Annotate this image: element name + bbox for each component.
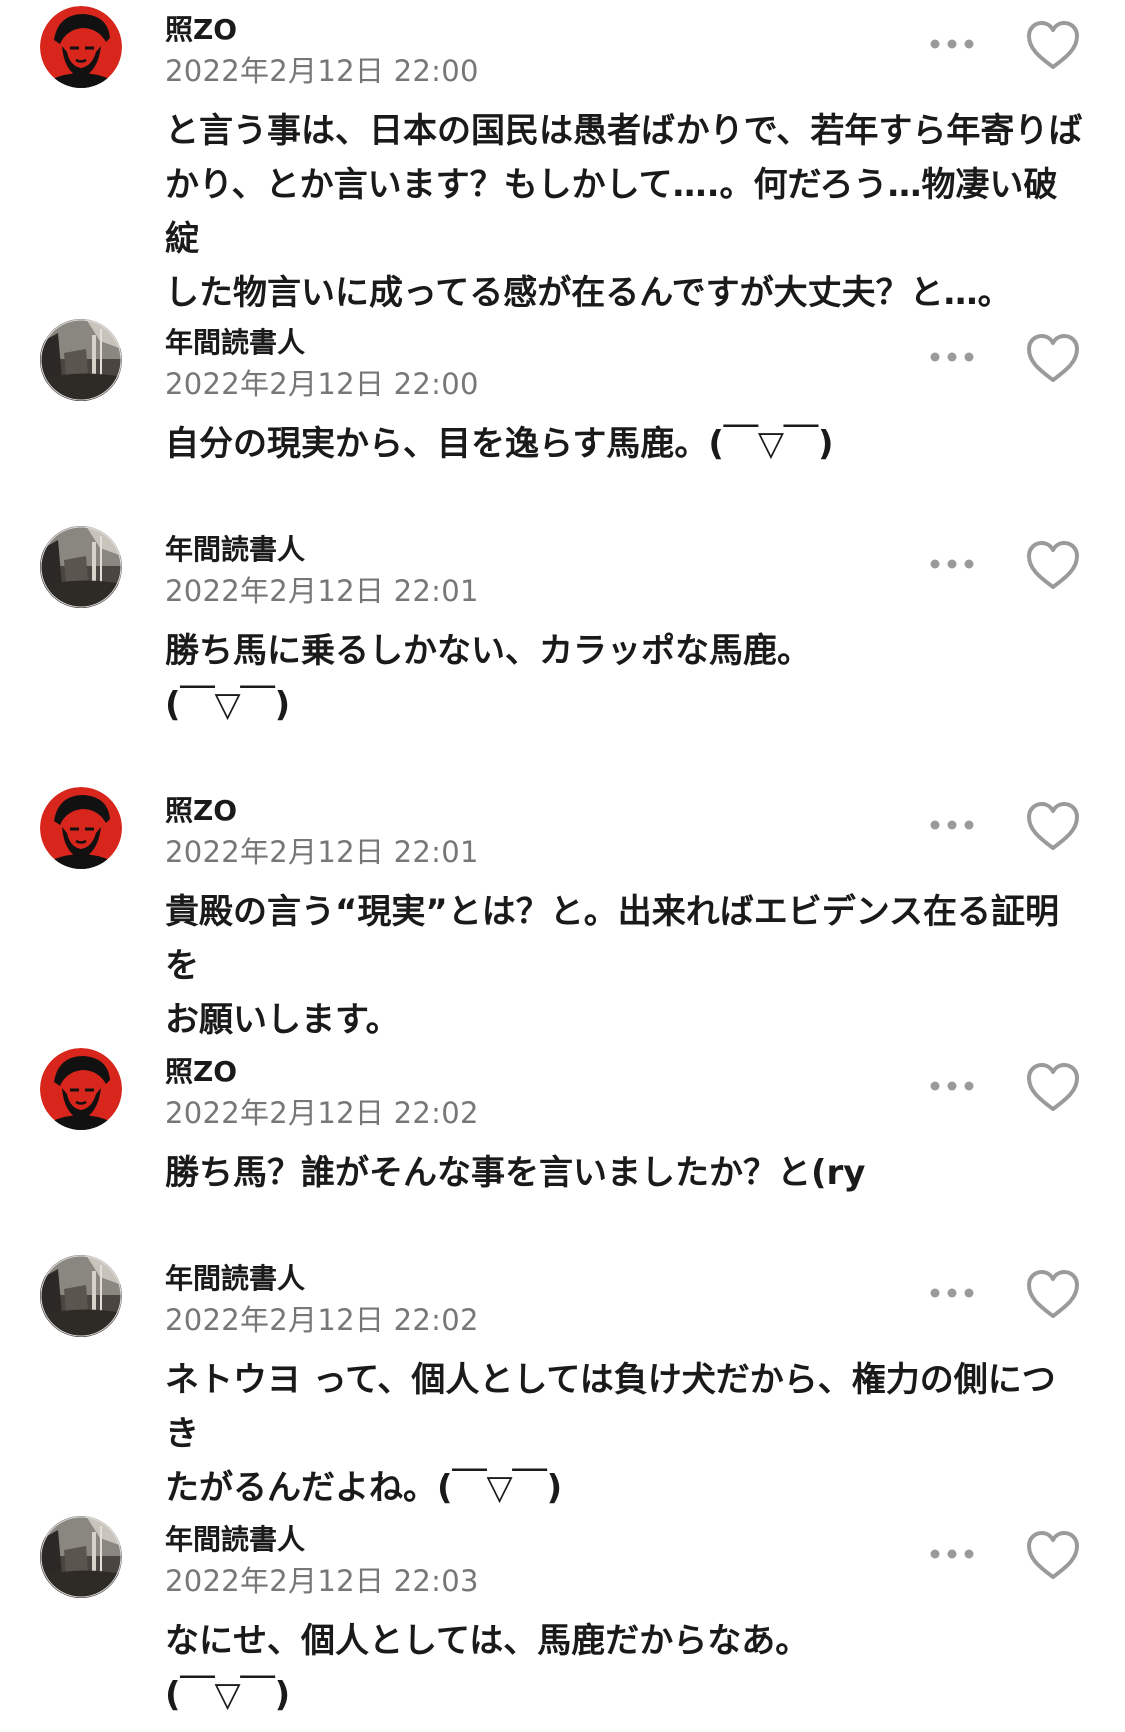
street-photo-avatar-icon xyxy=(40,1516,122,1598)
comment-text-line: ネトウヨ って、個人としては負け犬だから、権力の側につき xyxy=(165,1360,1056,1454)
comment-body: なにせ、個人としては、馬鹿だからなあ。 (￣▽￣) xyxy=(165,1614,1085,1722)
comment-text-line: 自分の現実から、目を逸らす馬鹿。(￣▽￣) xyxy=(165,424,834,464)
like-button[interactable] xyxy=(1024,1528,1082,1582)
heart-icon xyxy=(1027,334,1079,382)
comment-body: 勝ち馬に乗るしかない、カラッポな馬鹿。 (￣▽￣) xyxy=(165,624,1085,732)
street-photo-avatar-icon xyxy=(40,319,122,401)
comment-body: 自分の現実から、目を逸らす馬鹿。(￣▽￣) xyxy=(165,417,1085,471)
ellipsis-icon xyxy=(930,820,974,830)
avatar[interactable] xyxy=(40,6,122,88)
comment-text-line: (￣▽￣) xyxy=(165,1675,291,1715)
timestamp: 2022年2月12日 22:02 xyxy=(165,1096,479,1130)
like-button[interactable] xyxy=(1024,799,1082,853)
like-button[interactable] xyxy=(1024,1267,1082,1321)
heart-icon xyxy=(1027,1063,1079,1111)
comment-body: ネトウヨ って、個人としては負け犬だから、権力の側につき たがるんだよね。(￣▽… xyxy=(165,1353,1085,1515)
more-options-button[interactable] xyxy=(924,343,980,371)
street-photo-avatar-icon xyxy=(40,526,122,608)
comment-text-line: (￣▽￣) xyxy=(165,685,291,725)
username[interactable]: 照ZO xyxy=(165,12,237,48)
comment-body: 勝ち馬？誰がそんな事を言いましたか？と(ry xyxy=(165,1146,1085,1200)
avatar[interactable] xyxy=(40,319,122,401)
username[interactable]: 照ZO xyxy=(165,793,237,829)
timestamp: 2022年2月12日 22:00 xyxy=(165,367,479,401)
avatar[interactable] xyxy=(40,787,122,869)
che-portrait-avatar-icon xyxy=(40,1048,122,1130)
timestamp: 2022年2月12日 22:01 xyxy=(165,574,479,608)
more-options-button[interactable] xyxy=(924,811,980,839)
ellipsis-icon xyxy=(930,1081,974,1091)
like-button[interactable] xyxy=(1024,1060,1082,1114)
more-options-button[interactable] xyxy=(924,1540,980,1568)
username[interactable]: 年間読書人 xyxy=(165,1261,305,1297)
like-button[interactable] xyxy=(1024,538,1082,592)
comment-text-line: 貴殿の言う“現実”とは？と。出来ればエビデンス在る証明を xyxy=(165,892,1060,986)
avatar[interactable] xyxy=(40,526,122,608)
street-photo-avatar-icon xyxy=(40,1255,122,1337)
avatar[interactable] xyxy=(40,1255,122,1337)
timestamp: 2022年2月12日 22:00 xyxy=(165,54,479,88)
like-button[interactable] xyxy=(1024,331,1082,385)
username[interactable]: 照ZO xyxy=(165,1054,237,1090)
heart-icon xyxy=(1027,802,1079,850)
che-portrait-avatar-icon xyxy=(40,6,122,88)
comment-text-line: した物言いに成ってる感が在るんですが大丈夫？と…。 xyxy=(165,273,1012,313)
comment-body: と言う事は、日本の国民は愚者ばかりで、若年すら年寄りば かり、とか言います？もし… xyxy=(165,104,1085,320)
timestamp: 2022年2月12日 22:03 xyxy=(165,1564,479,1598)
more-options-button[interactable] xyxy=(924,30,980,58)
heart-icon xyxy=(1027,1270,1079,1318)
comment-text-line: たがるんだよね。(￣▽￣) xyxy=(165,1468,563,1508)
heart-icon xyxy=(1027,21,1079,69)
heart-icon xyxy=(1027,541,1079,589)
ellipsis-icon xyxy=(930,352,974,362)
like-button[interactable] xyxy=(1024,18,1082,72)
more-options-button[interactable] xyxy=(924,1072,980,1100)
username[interactable]: 年間読書人 xyxy=(165,325,305,361)
comment-text-line: お願いします。 xyxy=(165,1000,400,1040)
ellipsis-icon xyxy=(930,1288,974,1298)
timestamp: 2022年2月12日 22:01 xyxy=(165,835,479,869)
che-portrait-avatar-icon xyxy=(40,787,122,869)
timestamp: 2022年2月12日 22:02 xyxy=(165,1303,479,1337)
username[interactable]: 年間読書人 xyxy=(165,532,305,568)
comment-feed: 照ZO 2022年2月12日 22:00 と言う事は、日本の国民は愚者ばかりで、… xyxy=(0,0,1125,1732)
comment-text-line: と言う事は、日本の国民は愚者ばかりで、若年すら年寄りば xyxy=(165,111,1083,151)
comment-body: 貴殿の言う“現実”とは？と。出来ればエビデンス在る証明を お願いします。 xyxy=(165,885,1085,1047)
username[interactable]: 年間読書人 xyxy=(165,1522,305,1558)
ellipsis-icon xyxy=(930,559,974,569)
avatar[interactable] xyxy=(40,1048,122,1130)
avatar[interactable] xyxy=(40,1516,122,1598)
comment-text-line: 勝ち馬に乗るしかない、カラッポな馬鹿。 xyxy=(165,631,811,671)
comment-text-line: かり、とか言います？もしかして….。何だろう…物凄い破綻 xyxy=(165,165,1058,259)
ellipsis-icon xyxy=(930,1549,974,1559)
heart-icon xyxy=(1027,1531,1079,1579)
comment-text-line: 勝ち馬？誰がそんな事を言いましたか？と(ry xyxy=(165,1153,866,1193)
more-options-button[interactable] xyxy=(924,550,980,578)
comment-text-line: なにせ、個人としては、馬鹿だからなあ。 xyxy=(165,1621,810,1661)
ellipsis-icon xyxy=(930,39,974,49)
more-options-button[interactable] xyxy=(924,1279,980,1307)
